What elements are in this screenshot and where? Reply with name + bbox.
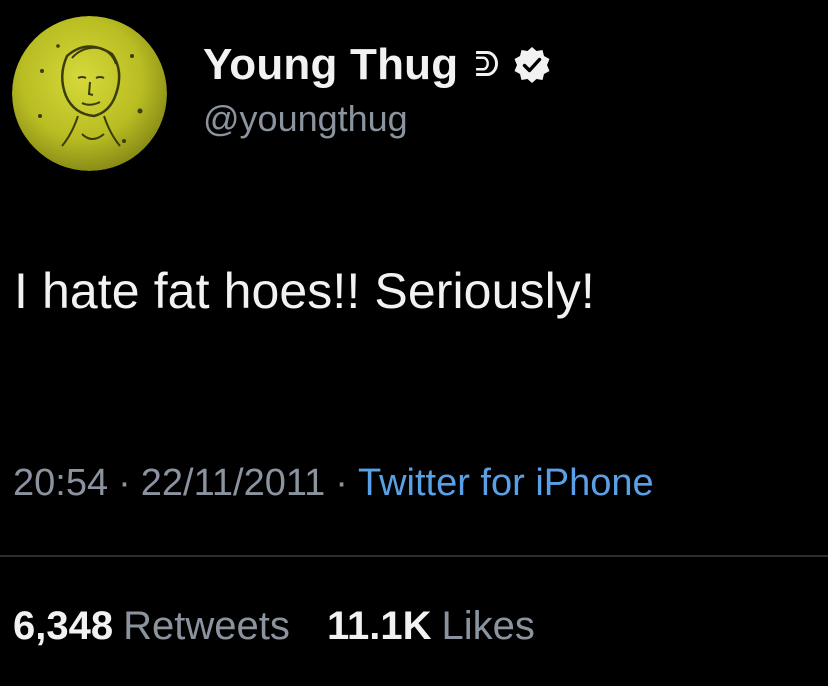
verified-badge-icon <box>512 45 552 85</box>
engagement-stats: 6,348 Retweets 11.1K Likes <box>13 604 561 649</box>
name-emoji-glyph: ᕲ <box>474 45 500 85</box>
retweets-count: 6,348 <box>13 604 114 648</box>
likes-count: 11.1K <box>326 604 432 648</box>
retweets-label: Retweets <box>123 604 290 648</box>
meta-separator: · <box>118 462 131 504</box>
profile-avatar[interactable] <box>12 16 167 171</box>
likes-label: Likes <box>441 604 535 648</box>
divider <box>0 555 828 557</box>
meta-separator: · <box>335 462 348 504</box>
author-handle[interactable]: @youngthug <box>203 98 552 140</box>
author-block: Young Thug ᕲ @youngthug <box>203 36 552 140</box>
display-name[interactable]: Young Thug <box>203 40 458 90</box>
retweets-stat[interactable]: 6,348 Retweets <box>13 604 290 649</box>
tweet-metadata: 20:54 · 22/11/2011 · Twitter for iPhone <box>13 462 654 505</box>
tweet-source-link[interactable]: Twitter for iPhone <box>358 462 654 504</box>
tweet-date[interactable]: 22/11/2011 <box>141 462 326 504</box>
likes-stat[interactable]: 11.1K Likes <box>327 604 535 649</box>
tweet-card: Young Thug ᕲ @youngthug I hate fat hoes!… <box>0 0 828 686</box>
avatar-image <box>12 16 167 171</box>
tweet-text: I hate fat hoes!! Seriously! <box>14 263 595 319</box>
display-name-row: Young Thug ᕲ <box>203 36 552 94</box>
tweet-time[interactable]: 20:54 <box>13 462 108 504</box>
